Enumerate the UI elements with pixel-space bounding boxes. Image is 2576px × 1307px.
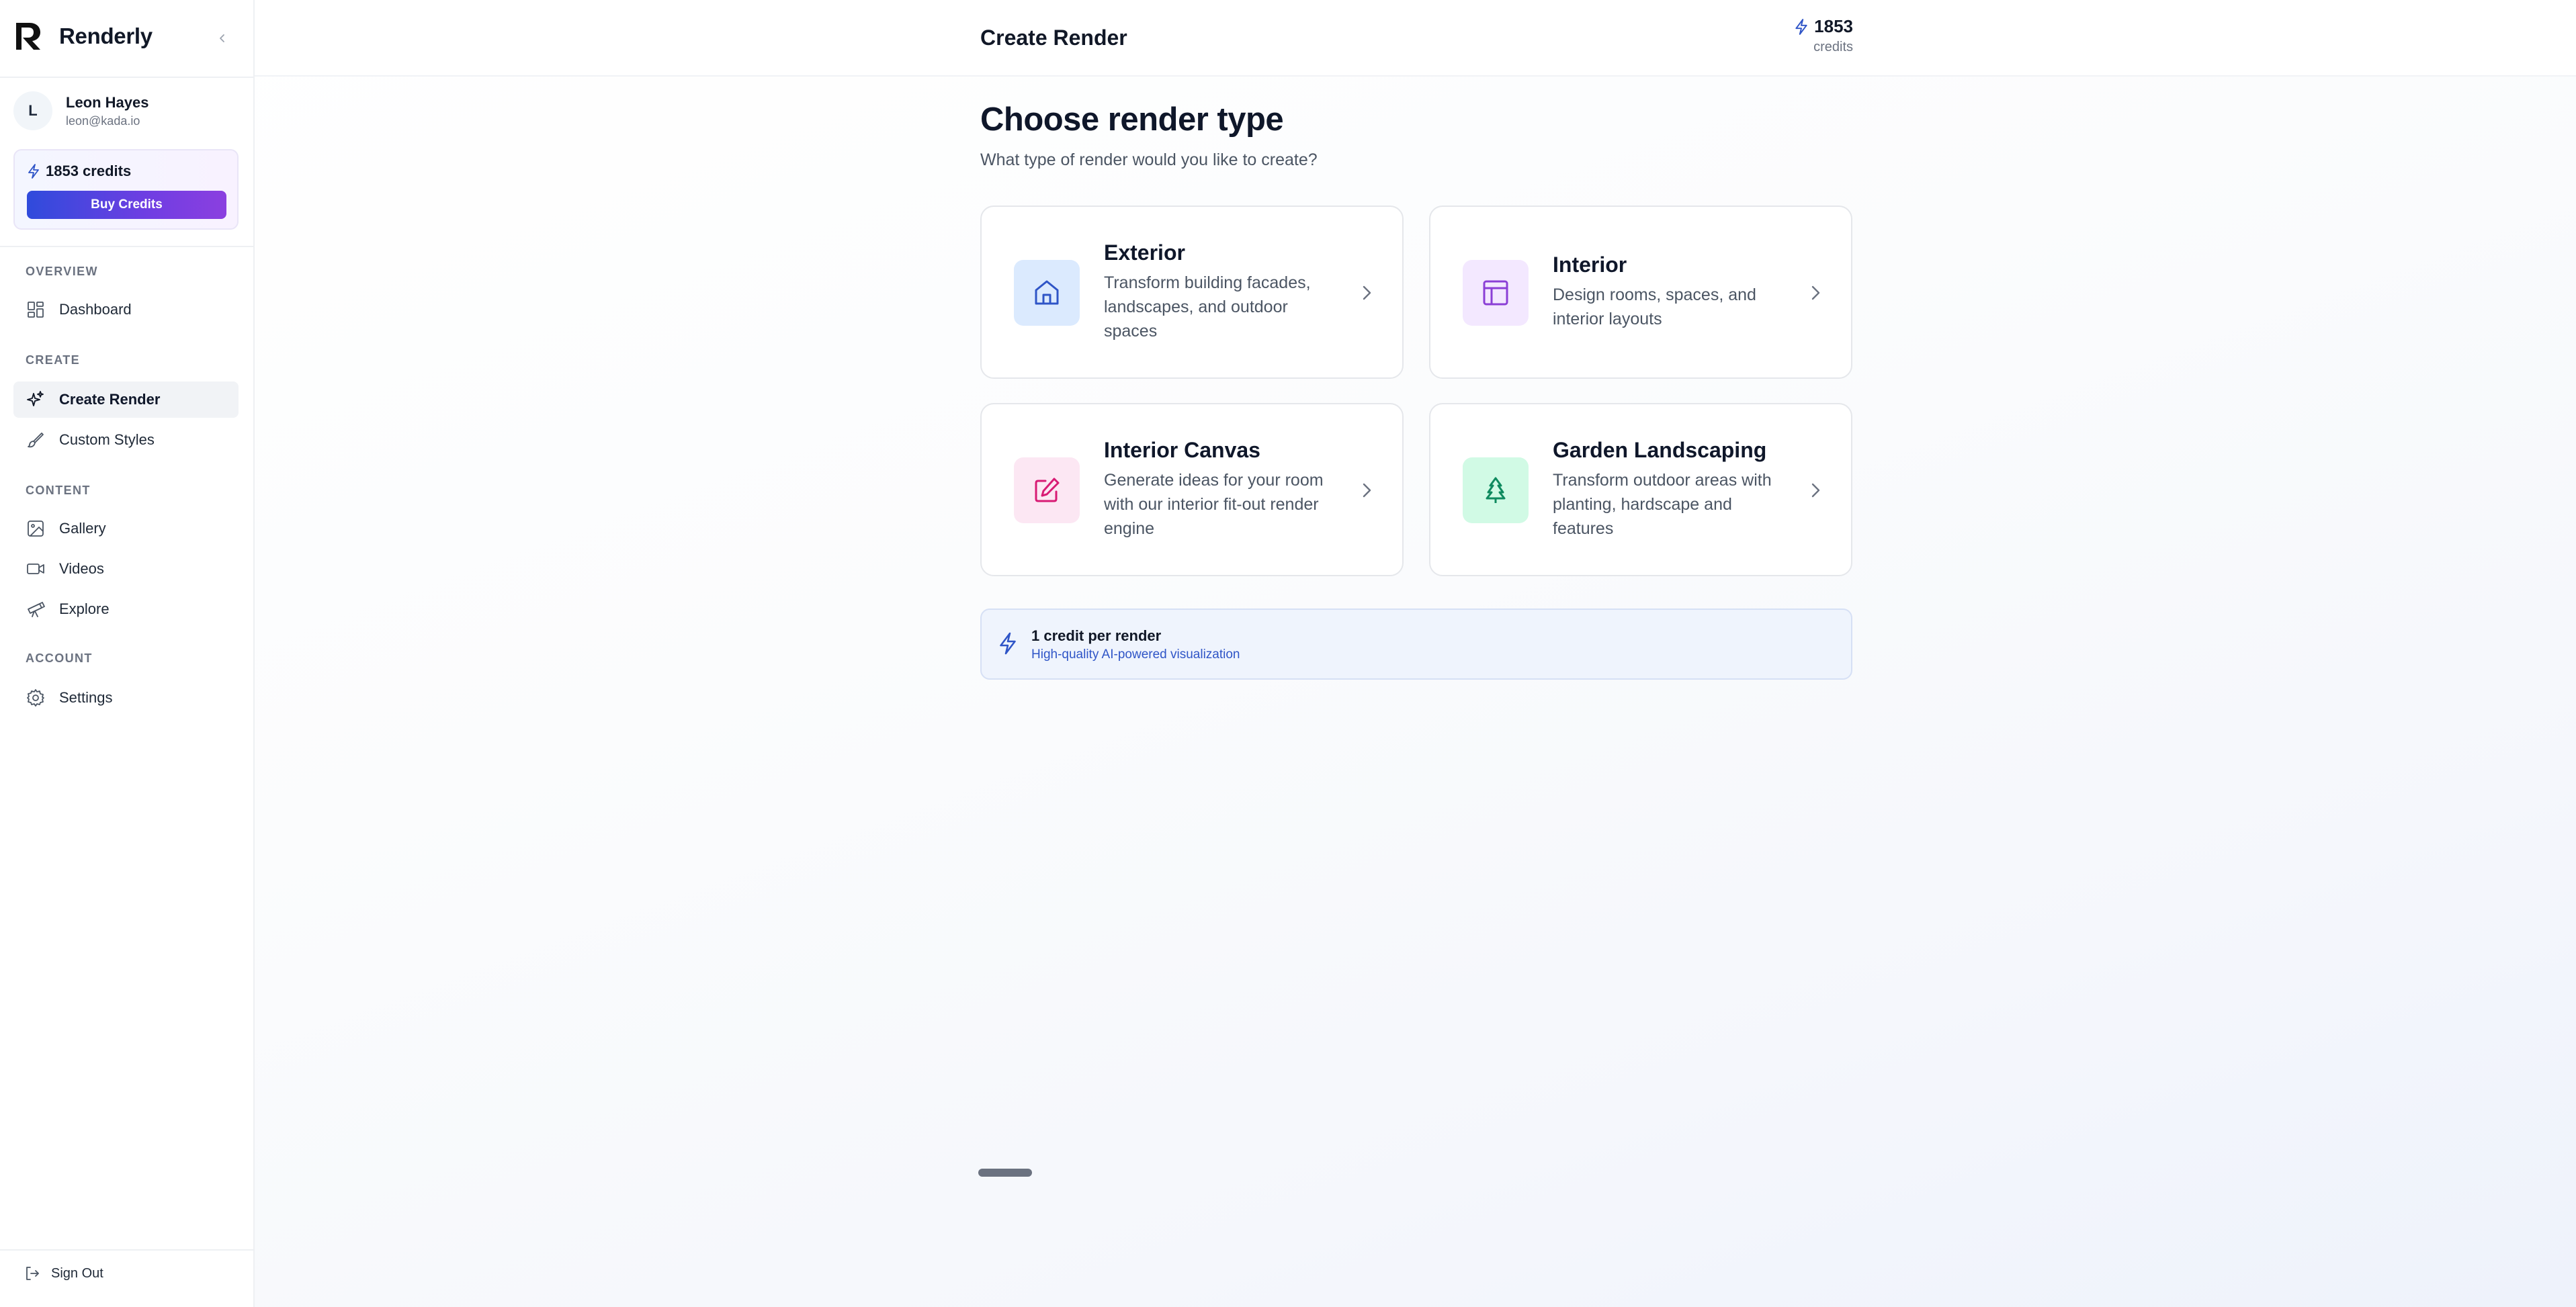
top-bar: Create Render 1853 credits: [255, 0, 2576, 77]
sparkles-icon: [26, 390, 46, 410]
sign-out-button[interactable]: Sign Out: [13, 1265, 103, 1281]
sidebar-item-gallery[interactable]: Gallery: [13, 510, 239, 547]
sidebar-item-label: Settings: [59, 689, 113, 706]
nav-section-create: CREATE: [26, 353, 81, 367]
info-title: 1 credit per render: [1031, 627, 1162, 644]
credit-info-banner: 1 credit per render High-quality AI-powe…: [980, 609, 1852, 680]
user-name: Leon Hayes: [66, 93, 149, 111]
lightning-icon: [1000, 632, 1016, 655]
nav-section-overview: OVERVIEW: [26, 265, 98, 278]
sidebar-item-settings[interactable]: Settings: [13, 680, 239, 716]
brand[interactable]: Renderly: [13, 20, 153, 52]
sidebar-divider: [0, 1249, 253, 1251]
sidebar-item-label: Videos: [59, 560, 104, 577]
sidebar-item-dashboard[interactable]: Dashboard: [13, 291, 239, 328]
buy-credits-button[interactable]: Buy Credits: [27, 191, 226, 219]
credits-balance: 1853 credits: [46, 163, 132, 179]
render-type-card-interior-canvas[interactable]: Interior Canvas Generate ideas for your …: [980, 403, 1404, 576]
info-subtitle: High-quality AI-powered visualization: [1031, 647, 1240, 662]
logout-icon: [26, 1267, 39, 1280]
pencil-square-icon: [1014, 457, 1080, 523]
sidebar-divider: [0, 77, 253, 78]
render-type-card-exterior[interactable]: Exterior Transform building facades, lan…: [980, 206, 1404, 379]
section-heading: Choose render type: [980, 101, 1284, 138]
sidebar: Renderly L Leon Hayes leon@kada.io 1853 …: [0, 0, 255, 1307]
app-name: Renderly: [59, 24, 153, 48]
card-description: Generate ideas for your room with our in…: [1104, 471, 1324, 538]
tree-icon: [1463, 457, 1529, 523]
image-icon: [26, 519, 46, 539]
sidebar-item-label: Gallery: [59, 520, 106, 537]
gear-icon: [26, 688, 46, 708]
nav-section-account: ACCOUNT: [26, 651, 93, 665]
renderly-logo-icon: [16, 23, 40, 50]
chevron-right-icon: [1811, 483, 1820, 498]
page-title: Create Render: [980, 26, 1127, 50]
sidebar-item-label: Dashboard: [59, 301, 132, 318]
credits-card: 1853 credits Buy Credits: [13, 149, 239, 230]
horizontal-scrollbar-thumb[interactable]: [978, 1169, 1032, 1177]
chevron-right-icon: [1363, 285, 1371, 300]
sidebar-item-label: Explore: [59, 600, 110, 617]
header-credits-unit: credits: [1813, 40, 1853, 54]
card-description: Transform outdoor areas with planting, h…: [1553, 471, 1772, 538]
chevron-right-icon: [1363, 483, 1371, 498]
sign-out-label: Sign Out: [51, 1265, 103, 1281]
sidebar-item-label: Create Render: [59, 391, 161, 408]
telescope-icon: [26, 599, 46, 619]
card-title: Garden Landscaping: [1553, 438, 1767, 462]
card-title: Exterior: [1104, 240, 1185, 265]
header-credits-value: 1853: [1814, 16, 1853, 36]
collapse-sidebar-button[interactable]: [212, 28, 232, 48]
header-credits: 1853 credits: [1793, 16, 1853, 55]
render-type-card-garden-landscaping[interactable]: Garden Landscaping Transform outdoor are…: [1429, 403, 1852, 576]
render-type-card-interior[interactable]: Interior Design rooms, spaces, and inter…: [1429, 206, 1852, 379]
main-content: Create Render 1853 credits Choose render…: [255, 0, 2576, 1307]
home-icon: [1014, 260, 1080, 326]
card-title: Interior: [1553, 253, 1627, 277]
sidebar-item-videos[interactable]: Videos: [13, 551, 239, 587]
sidebar-divider: [0, 246, 253, 247]
sidebar-item-custom-styles[interactable]: Custom Styles: [13, 422, 239, 458]
user-email: leon@kada.io: [66, 114, 140, 128]
brush-icon: [26, 430, 46, 450]
card-description: Design rooms, spaces, and interior layou…: [1553, 285, 1756, 328]
layout-icon: [1463, 260, 1529, 326]
chevron-left-icon: [220, 34, 224, 42]
avatar: L: [13, 91, 52, 130]
chevron-right-icon: [1811, 285, 1820, 300]
sidebar-item-label: Custom Styles: [59, 431, 155, 448]
lightning-icon: [28, 164, 39, 179]
section-subheading: What type of render would you like to cr…: [980, 150, 1318, 169]
card-title: Interior Canvas: [1104, 438, 1260, 462]
user-profile[interactable]: L Leon Hayes leon@kada.io: [13, 91, 149, 130]
video-icon: [26, 559, 46, 579]
card-description: Transform building facades, landscapes, …: [1104, 273, 1311, 341]
lightning-icon: [1795, 18, 1807, 35]
nav-section-content: CONTENT: [26, 484, 91, 497]
sidebar-item-explore[interactable]: Explore: [13, 591, 239, 627]
sidebar-item-create-render[interactable]: Create Render: [13, 381, 239, 418]
dashboard-icon: [26, 300, 46, 320]
